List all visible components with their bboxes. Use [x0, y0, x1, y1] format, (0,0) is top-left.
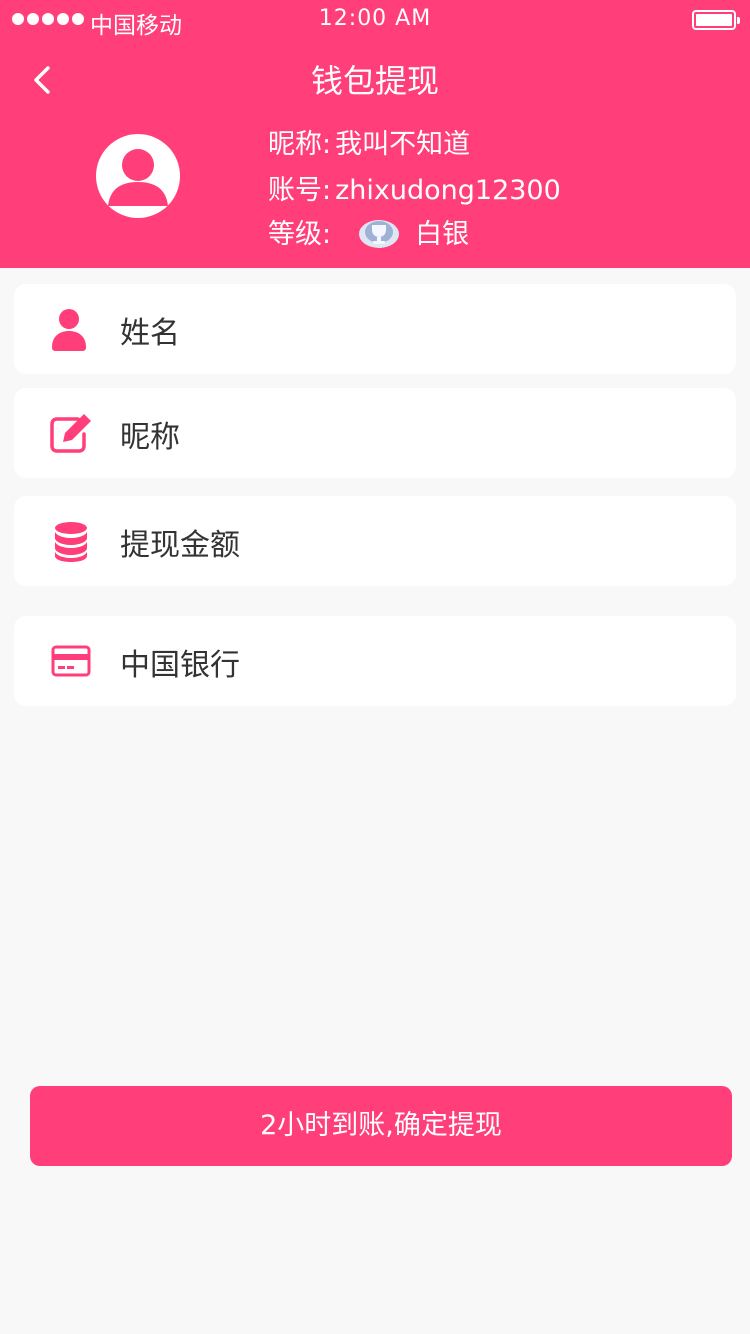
- battery-icon: [692, 10, 740, 30]
- level-value: 白银: [415, 219, 470, 250]
- avatar-user-icon: [108, 149, 168, 206]
- account-row: 账号: zhixudong12300: [268, 168, 561, 207]
- user-icon: [52, 309, 86, 351]
- nickname-row: 昵称: 我叫不知道: [268, 122, 470, 161]
- nickname-label: 昵称:: [268, 129, 332, 160]
- account-label: 账号:: [268, 175, 332, 206]
- amount-field-label: 提现金额: [120, 528, 240, 563]
- nickname-field[interactable]: 昵称: [14, 388, 736, 478]
- avatar[interactable]: [96, 134, 180, 218]
- bank-field-label: 中国银行: [120, 648, 240, 683]
- coin-stack-icon: [55, 522, 87, 562]
- account-value: zhixudong12300: [335, 175, 561, 206]
- header: 中国移动 12:00 AM 钱包提现 昵称: 我叫不知道 账号: zhixudong…: [0, 0, 750, 268]
- status-bar: 中国移动 12:00 AM: [0, 0, 750, 40]
- amount-field[interactable]: 提现金额: [14, 496, 736, 586]
- nickname-field-label: 昵称: [120, 420, 180, 455]
- silver-badge-icon: [359, 219, 400, 248]
- level-label: 等级:: [268, 219, 332, 250]
- bank-card-icon: [51, 645, 91, 677]
- level-row: 等级: 白银: [268, 212, 469, 251]
- nickname-value: 我叫不知道: [335, 129, 471, 160]
- page-title: 钱包提现: [310, 62, 439, 100]
- name-field-label: 姓名: [120, 316, 180, 351]
- bank-field[interactable]: 中国银行: [14, 616, 736, 706]
- confirm-withdraw-button[interactable]: 2小时到账,确定提现: [30, 1086, 732, 1166]
- name-field[interactable]: 姓名: [14, 284, 736, 374]
- edit-icon: [50, 414, 91, 453]
- status-time: 12:00 AM: [318, 6, 432, 31]
